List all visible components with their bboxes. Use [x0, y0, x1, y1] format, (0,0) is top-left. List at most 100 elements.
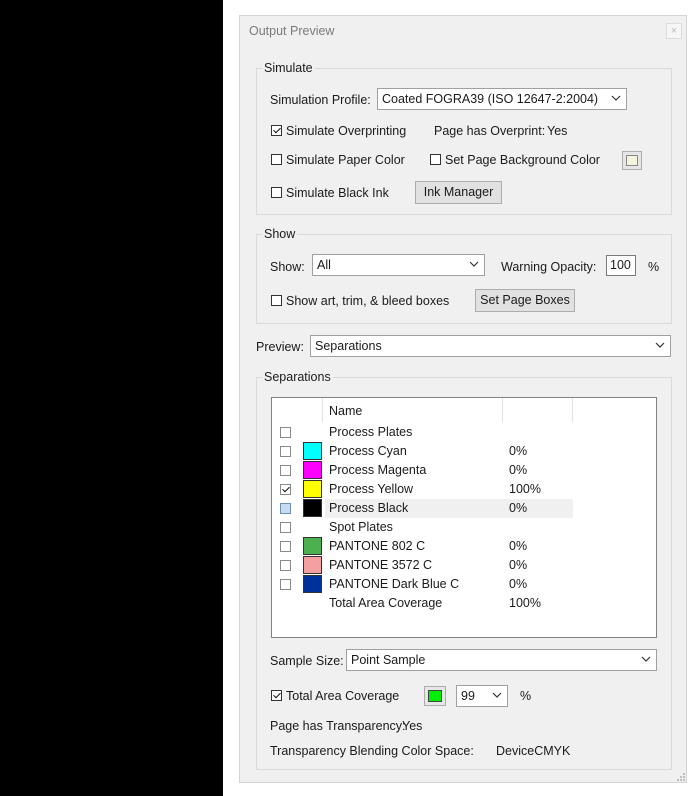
separation-percent: 0% — [509, 501, 528, 515]
coverage-color-swatch — [428, 690, 442, 702]
separation-checkbox[interactable] — [280, 503, 291, 514]
separation-percent: 100% — [509, 482, 541, 496]
resize-grip-icon[interactable] — [676, 772, 686, 782]
output-preview-window: Output Preview × Simulate Simulation Pro… — [239, 15, 687, 783]
coverage-color-button[interactable] — [424, 686, 446, 706]
separation-name: Process Plates — [329, 425, 413, 439]
separation-checkbox[interactable] — [280, 560, 291, 571]
chevron-down-icon — [469, 261, 479, 267]
preview-label: Preview: — [256, 340, 304, 354]
simulation-profile-label: Simulation Profile: — [270, 93, 371, 107]
ink-color-swatch — [303, 537, 322, 555]
title-bar[interactable]: Output Preview × — [240, 16, 686, 45]
separation-name: Process Yellow — [329, 482, 414, 496]
simulate-paper-color-label: Simulate Paper Color — [286, 153, 405, 167]
simulation-profile-value: Coated FOGRA39 (ISO 12647-2:2004) — [382, 92, 599, 106]
simulate-overprinting-checkbox[interactable] — [271, 125, 282, 136]
warning-opacity-label: Warning Opacity: — [501, 260, 597, 274]
separation-percent: 0% — [509, 463, 528, 477]
warning-opacity-input[interactable]: 100 — [606, 255, 636, 276]
chevron-down-icon — [611, 95, 621, 101]
background-color-button[interactable] — [622, 151, 642, 170]
background-color-swatch — [626, 155, 638, 166]
close-button[interactable]: × — [666, 23, 682, 39]
separation-checkbox[interactable] — [280, 427, 291, 438]
column-header-name[interactable]: Name — [329, 404, 362, 418]
separation-row[interactable]: Process Plates — [272, 423, 656, 442]
page-transparency-label: Page has Transparency: — [270, 719, 406, 733]
sample-size-select[interactable]: Point Sample — [346, 649, 657, 671]
ink-color-swatch — [303, 480, 322, 498]
ink-color-swatch — [303, 442, 322, 460]
simulate-black-ink-label: Simulate Black Ink — [286, 186, 389, 200]
separation-name: PANTONE 3572 C — [329, 558, 433, 572]
separation-row[interactable]: Spot Plates — [272, 518, 656, 537]
separation-name: Spot Plates — [329, 520, 393, 534]
separation-checkbox[interactable] — [280, 522, 291, 533]
show-group — [256, 234, 672, 324]
separation-row[interactable]: Total Area Coverage 100% — [272, 594, 656, 613]
set-page-background-label: Set Page Background Color — [445, 153, 600, 167]
coverage-limit-percent: % — [520, 689, 532, 703]
separation-checkbox[interactable] — [280, 541, 291, 552]
simulation-profile-select[interactable]: Coated FOGRA39 (ISO 12647-2:2004) — [377, 88, 627, 110]
window-title: Output Preview — [249, 24, 335, 38]
separation-row[interactable]: Process Cyan 0% — [272, 442, 656, 461]
column-divider — [502, 398, 503, 422]
show-select[interactable]: All — [312, 254, 485, 276]
separation-checkbox[interactable] — [280, 579, 291, 590]
preview-value: Separations — [315, 339, 382, 353]
separation-percent: 0% — [509, 558, 528, 572]
simulate-black-ink-checkbox[interactable] — [271, 187, 282, 198]
page-overprint-value: Yes — [547, 124, 568, 138]
separation-name: Process Magenta — [329, 463, 427, 477]
separation-checkbox[interactable] — [280, 465, 291, 476]
total-area-coverage-checkbox[interactable] — [271, 690, 282, 701]
separation-row[interactable]: PANTONE 3572 C 0% — [272, 556, 656, 575]
ink-manager-button[interactable]: Ink Manager — [415, 181, 502, 204]
separation-percent: 0% — [509, 539, 528, 553]
separation-checkbox[interactable] — [280, 446, 291, 457]
simulate-legend: Simulate — [262, 61, 315, 75]
separation-name: PANTONE Dark Blue C — [329, 577, 460, 591]
show-boxes-checkbox[interactable] — [271, 295, 282, 306]
separation-name: Process Black — [329, 501, 409, 515]
set-page-background-checkbox[interactable] — [430, 154, 441, 165]
show-boxes-label: Show art, trim, & bleed boxes — [286, 294, 450, 308]
ink-color-swatch — [303, 575, 322, 593]
preview-select[interactable]: Separations — [310, 335, 671, 357]
coverage-limit-value: 99 — [461, 689, 475, 703]
show-value: All — [317, 258, 331, 272]
separation-name: PANTONE 802 C — [329, 539, 426, 553]
separation-row[interactable]: Process Black 0% — [272, 499, 656, 518]
coverage-limit-select[interactable]: 99 — [456, 685, 508, 707]
sample-size-label: Sample Size: — [270, 654, 344, 668]
separation-row[interactable]: PANTONE 802 C 0% — [272, 537, 656, 556]
ink-color-swatch — [303, 461, 322, 479]
set-page-boxes-button[interactable]: Set Page Boxes — [475, 289, 575, 312]
separations-legend: Separations — [262, 370, 333, 384]
close-icon: × — [670, 25, 678, 37]
chevron-down-icon — [492, 692, 502, 698]
total-area-coverage-label: Total Area Coverage — [286, 689, 400, 703]
separation-row[interactable]: Process Yellow 100% — [272, 480, 656, 499]
separation-row[interactable]: PANTONE Dark Blue C 0% — [272, 575, 656, 594]
separation-percent: 0% — [509, 577, 528, 591]
warning-opacity-percent: % — [648, 260, 660, 274]
separation-name: Total Area Coverage — [329, 596, 443, 610]
page-overprint-label: Page has Overprint: — [434, 124, 546, 138]
separation-percent: 0% — [509, 444, 528, 458]
separation-percent: 100% — [509, 596, 541, 610]
separation-checkbox[interactable] — [280, 484, 291, 495]
ink-color-swatch — [303, 499, 322, 517]
chevron-down-icon — [655, 342, 665, 348]
ink-color-swatch — [303, 556, 322, 574]
column-divider — [322, 398, 323, 422]
show-legend: Show — [262, 227, 298, 241]
simulate-paper-color-checkbox[interactable] — [271, 154, 282, 165]
chevron-down-icon — [641, 656, 651, 662]
background-black-area — [0, 0, 223, 796]
column-divider — [572, 398, 573, 422]
separation-row[interactable]: Process Magenta 0% — [272, 461, 656, 480]
separations-list[interactable]: Name Process Plates Process Cyan 0% Process… — [271, 397, 657, 638]
